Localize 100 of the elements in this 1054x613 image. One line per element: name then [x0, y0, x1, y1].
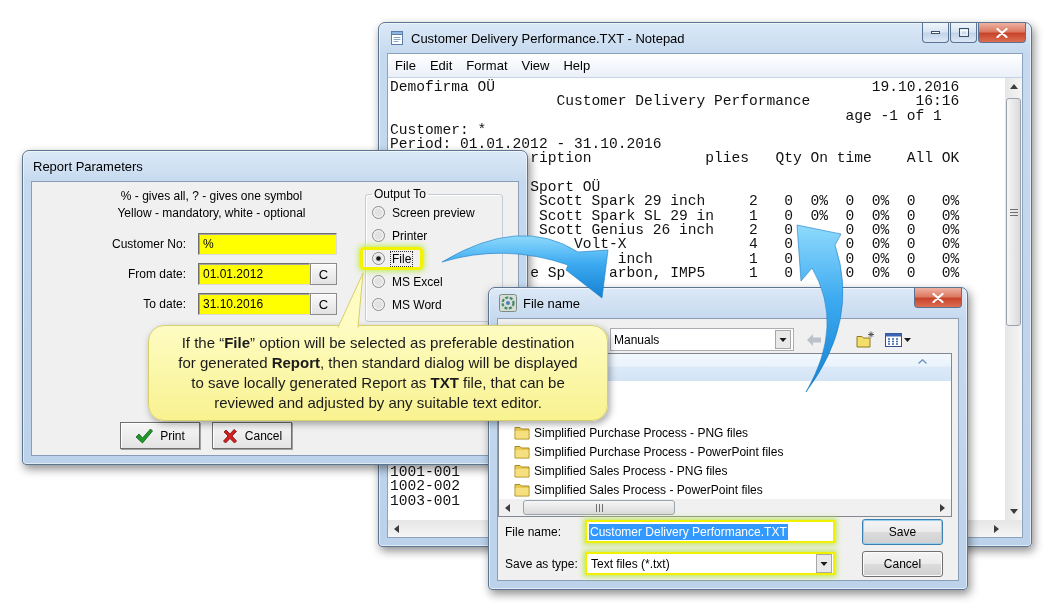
check-icon — [135, 427, 154, 444]
scroll-thumb[interactable] — [1006, 98, 1021, 326]
arrow-down-icon[interactable] — [1009, 509, 1018, 514]
notepad-text: 0 — [845, 264, 855, 281]
radio-icon[interactable] — [372, 252, 385, 265]
arrow-left-icon[interactable] — [394, 524, 399, 533]
notepad-text: 0% — [871, 264, 890, 281]
notepad-text: Sport OÜ — [530, 179, 601, 196]
notepad-text: 2 — [749, 193, 758, 210]
new-folder-icon[interactable] — [856, 331, 875, 348]
callout-text: If the “File” option will be selected as preferable destination for generated Report, then standard dialog will be displayed to save locally generated Report as TXT file, that can be reviewed and adjusted by any suitable text editor. — [177, 333, 579, 413]
notepad-text: 0% — [871, 236, 890, 253]
notepad-text: plies — [705, 150, 750, 167]
radio-option[interactable]: Screen preview — [360, 201, 487, 224]
folder-dropdown[interactable]: Manuals — [610, 328, 794, 351]
maximize-button[interactable] — [950, 23, 977, 43]
picker-button[interactable]: C — [310, 263, 337, 285]
notepad-text: 0 — [906, 207, 916, 224]
notepad-text: 0 — [845, 193, 855, 210]
minimize-button[interactable] — [922, 23, 949, 43]
radio-option[interactable]: MS Excel — [360, 270, 455, 293]
notepad-text: age -1 of 1 — [845, 107, 942, 124]
dropdown-caret-icon[interactable] — [775, 330, 791, 349]
picker-button[interactable]: C — [310, 293, 337, 315]
notepad-text: 0 — [784, 193, 793, 210]
notepad-text: 0% — [941, 221, 960, 238]
radio-option[interactable]: Printer — [360, 224, 440, 247]
field-label: From date: — [126, 267, 186, 281]
notepad-text: 2 — [749, 221, 758, 238]
arrow-up-icon[interactable] — [1009, 84, 1018, 89]
notepad-text: 4 — [749, 236, 758, 253]
notepad-text: 1003-001 — [390, 492, 461, 509]
notepad-text: 0% — [871, 221, 890, 238]
vertical-scrollbar[interactable] — [1005, 78, 1022, 520]
notepad-text: 0 — [784, 221, 793, 238]
menu-item[interactable]: View — [514, 58, 557, 73]
close-button[interactable] — [914, 288, 962, 308]
arrow-left-icon[interactable] — [505, 503, 510, 512]
notepad-text: Volt-X — [573, 236, 627, 253]
hint-text: % - gives all, ? - gives one symbol — [120, 188, 303, 205]
notepad-text: 0% — [871, 250, 890, 267]
hint-text: Yellow - mandatory, white - optional — [117, 205, 306, 222]
print-button[interactable]: Print — [120, 422, 200, 449]
cross-icon — [221, 427, 238, 444]
menu-item[interactable]: Format — [459, 58, 515, 73]
field-label: To date: — [142, 297, 186, 311]
close-button[interactable] — [978, 23, 1026, 43]
minimize-icon — [931, 31, 940, 34]
maximize-icon — [958, 28, 969, 37]
ring-icon — [499, 294, 517, 312]
dropdown-caret-icon[interactable] — [816, 554, 832, 573]
menu-item[interactable]: Edit — [422, 58, 460, 73]
horizontal-scrollbar[interactable] — [499, 499, 951, 516]
notepad-text: 1 — [749, 250, 758, 267]
radio-option[interactable]: File — [360, 247, 424, 270]
list-item[interactable]: Simplified Purchase Process - PowerPoint files — [499, 442, 951, 461]
input-field[interactable]: % — [198, 233, 337, 255]
radio-option[interactable]: MS Word — [360, 293, 454, 316]
dialog-button[interactable]: Save — [862, 519, 943, 545]
file-type-dropdown[interactable]: Text files (*.txt) — [585, 552, 835, 575]
radio-icon[interactable] — [372, 275, 385, 288]
notepad-text: 0% — [871, 207, 890, 224]
arrow-right-icon[interactable] — [940, 503, 945, 512]
folder-icon — [514, 482, 530, 497]
notepad-text: Customer Delivery Performance — [556, 93, 811, 110]
menu-item[interactable]: Help — [556, 58, 598, 73]
list-item[interactable]: Simplified Sales Process - PowerPoint files — [499, 480, 951, 499]
list-item[interactable]: Simplified Sales Process - PNG files — [499, 461, 951, 480]
notepad-text: Qty On time — [775, 150, 872, 167]
radio-icon[interactable] — [372, 298, 385, 311]
notepad-text: 19.10.2016 — [871, 79, 960, 95]
input-field[interactable]: 01.01.2012 — [198, 263, 310, 285]
cancel-button[interactable]: Cancel — [212, 422, 292, 449]
scroll-thumb[interactable] — [523, 500, 675, 515]
notepad-text: 0 — [906, 221, 916, 238]
notepad-text: 1001-001 — [390, 464, 461, 481]
input-field[interactable]: 31.10.2016 — [198, 293, 310, 315]
window-title: File name — [523, 295, 581, 311]
caret-icon — [904, 337, 911, 342]
notepad-text: 0 — [845, 250, 855, 267]
notepad-icon — [389, 30, 405, 46]
field-label: Customer No: — [110, 237, 186, 251]
folder-icon — [514, 425, 530, 440]
notepad-text: 0 — [845, 221, 855, 238]
notepad-text: 0% — [941, 264, 960, 281]
menu-item[interactable]: File — [388, 58, 423, 73]
list-item[interactable]: Simplified Purchase Process - PNG files — [499, 423, 951, 442]
radio-icon[interactable] — [372, 206, 385, 219]
notepad-text: 0% — [941, 193, 960, 210]
radio-icon[interactable] — [372, 229, 385, 242]
dialog-button[interactable]: Cancel — [862, 551, 943, 577]
notepad-text: ription — [530, 150, 592, 167]
notepad-text: Scott Genius 26 inch — [538, 221, 715, 238]
notepad-text: 0% — [941, 207, 960, 224]
arrow-right-icon[interactable] — [994, 524, 999, 533]
notepad-text: 0 — [784, 207, 793, 224]
notepad-text: 16:16 — [915, 93, 960, 110]
notepad-text: 0 — [784, 250, 793, 267]
window-title: Customer Delivery Performance.TXT - Notepad — [411, 30, 685, 46]
folder-icon — [514, 463, 530, 478]
